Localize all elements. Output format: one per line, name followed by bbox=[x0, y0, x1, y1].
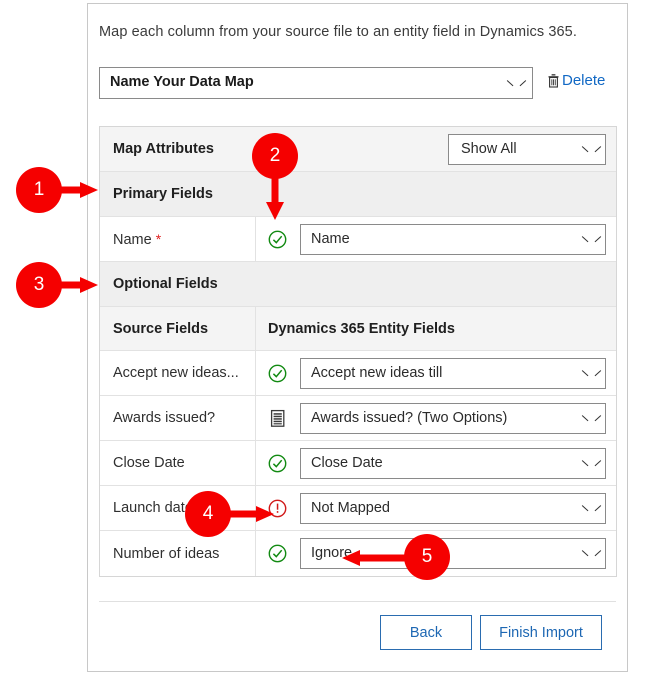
target-field-cell: Accept new ideas till bbox=[300, 357, 616, 389]
attribute-mapping-table: Map Attributes Show All Primary Fields N… bbox=[99, 126, 617, 577]
table-row: Awards issued? Awards issued? (Two Optio… bbox=[100, 396, 616, 441]
section-header-primary-fields: Primary Fields bbox=[100, 172, 616, 217]
annotation-badge-5: 5 bbox=[404, 534, 450, 580]
table-row: Name * Name bbox=[100, 217, 616, 262]
show-all-filter-value: Show All bbox=[461, 141, 517, 157]
data-map-name-select[interactable]: Name Your Data Map bbox=[99, 67, 533, 99]
required-marker: * bbox=[155, 230, 162, 247]
annotation-badge-3: 3 bbox=[16, 262, 62, 308]
column-divider bbox=[255, 217, 256, 261]
chevron-down-icon bbox=[582, 414, 593, 425]
target-field-value: Accept new ideas till bbox=[311, 364, 443, 381]
annotation-badge-2: 2 bbox=[252, 133, 298, 179]
source-field-name: Name bbox=[113, 231, 152, 248]
target-field-cell: Name bbox=[300, 223, 616, 255]
intro-instruction-text: Map each column from your source file to… bbox=[99, 24, 577, 40]
table-row: Close Date Close Date bbox=[100, 441, 616, 486]
target-field-select[interactable]: Close Date bbox=[300, 447, 606, 479]
list-options-icon bbox=[269, 409, 287, 428]
section-header-optional-fields: Optional Fields bbox=[100, 262, 616, 307]
data-map-name-row: Name Your Data Map Delete bbox=[99, 67, 617, 99]
chevron-down-icon bbox=[582, 145, 593, 156]
status-cell bbox=[255, 364, 300, 383]
table-column-header-row: Source Fields Dynamics 365 Entity Fields bbox=[100, 307, 616, 351]
trash-icon bbox=[547, 73, 560, 88]
chevron-down-icon bbox=[582, 459, 593, 470]
target-field-value: Not Mapped bbox=[311, 499, 390, 516]
delete-data-map-button[interactable]: Delete bbox=[547, 72, 605, 89]
chevron-down-icon bbox=[507, 79, 518, 90]
column-divider bbox=[255, 531, 256, 576]
show-all-filter-select[interactable]: Show All bbox=[448, 134, 606, 165]
target-field-select[interactable]: Name bbox=[300, 223, 606, 255]
back-button[interactable]: Back bbox=[380, 615, 472, 650]
green-check-icon bbox=[268, 544, 287, 563]
target-field-select[interactable]: Awards issued? (Two Options) bbox=[300, 402, 606, 434]
column-divider bbox=[255, 441, 256, 485]
map-attributes-label: Map Attributes bbox=[113, 141, 214, 157]
source-field-label: Awards issued? bbox=[113, 410, 216, 426]
annotation-badge-1: 1 bbox=[16, 167, 62, 213]
target-field-select[interactable]: Not Mapped bbox=[300, 492, 606, 524]
source-field-label: Close Date bbox=[113, 455, 185, 471]
chevron-down-icon bbox=[582, 369, 593, 380]
column-header-source-fields: Source Fields bbox=[113, 320, 209, 337]
status-cell bbox=[255, 454, 300, 473]
delete-label: Delete bbox=[562, 72, 606, 89]
column-divider bbox=[255, 307, 256, 350]
target-field-value: Close Date bbox=[311, 454, 383, 471]
annotation-arrow-5 bbox=[342, 550, 414, 566]
source-field-label: Accept new ideas... bbox=[113, 365, 239, 381]
data-map-name-value: Name Your Data Map bbox=[110, 74, 254, 90]
target-field-value: Awards issued? (Two Options) bbox=[311, 409, 508, 426]
chevron-down-icon bbox=[582, 235, 593, 246]
map-attributes-row: Map Attributes Show All bbox=[100, 127, 616, 172]
target-field-cell: Close Date bbox=[300, 447, 616, 479]
finish-import-button[interactable]: Finish Import bbox=[480, 615, 602, 650]
section-label-primary-fields: Primary Fields bbox=[113, 186, 213, 202]
target-field-cell: Not Mapped bbox=[300, 492, 616, 524]
column-divider bbox=[255, 396, 256, 440]
target-field-select[interactable]: Accept new ideas till bbox=[300, 357, 606, 389]
source-field-label: Number of ideas bbox=[113, 545, 220, 562]
section-label-optional-fields: Optional Fields bbox=[113, 276, 218, 292]
status-cell bbox=[255, 544, 300, 563]
target-field-value: Name bbox=[311, 230, 350, 247]
source-field-label: Name * bbox=[100, 231, 255, 248]
table-row: Accept new ideas... Accept new ideas til… bbox=[100, 351, 616, 396]
target-field-cell: Awards issued? (Two Options) bbox=[300, 402, 616, 434]
green-check-icon bbox=[268, 364, 287, 383]
data-map-panel: Map each column from your source file to… bbox=[87, 3, 628, 672]
chevron-down-icon bbox=[582, 549, 593, 560]
green-check-icon bbox=[268, 230, 287, 249]
green-check-icon bbox=[268, 454, 287, 473]
column-divider bbox=[255, 351, 256, 395]
column-header-entity-fields: Dynamics 365 Entity Fields bbox=[268, 320, 455, 337]
status-cell bbox=[255, 230, 300, 249]
dialog-footer: Back Finish Import bbox=[99, 601, 616, 662]
status-cell bbox=[255, 409, 300, 428]
table-row: Launch date Not Mapped bbox=[100, 486, 616, 531]
chevron-down-icon bbox=[582, 504, 593, 515]
annotation-badge-4: 4 bbox=[185, 491, 231, 537]
